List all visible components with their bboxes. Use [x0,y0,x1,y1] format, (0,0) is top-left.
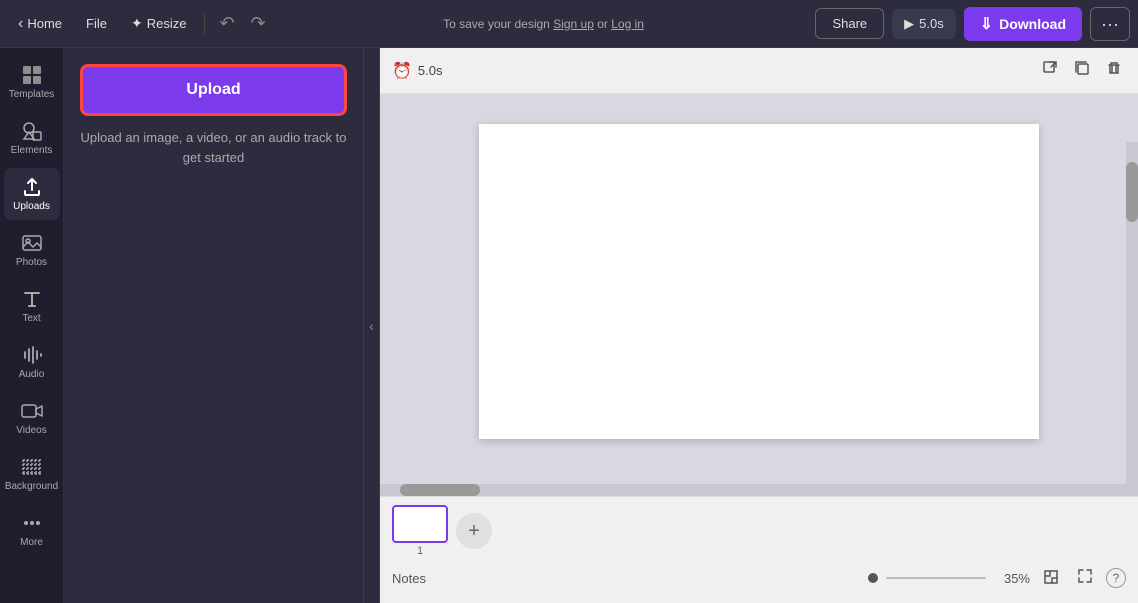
help-icon: ? [1113,571,1120,585]
text-label: Text [22,313,40,324]
background-icon [21,456,43,478]
resize-button[interactable]: ✦ Resize [121,9,196,38]
zoom-controls: 35% ? [434,565,1126,591]
sidebar-item-videos[interactable]: Videos [4,392,60,444]
pages-row: 1 + [392,505,1126,557]
divider-1 [204,12,205,36]
file-label: File [86,16,107,31]
canvas-bottom: 1 + Notes 35% [380,496,1138,603]
main-area: Templates Elements Uploads [0,48,1138,603]
panel-collapse-handle[interactable]: ‹ [364,48,380,603]
or-text: or [597,17,611,31]
zoom-percent: 35% [994,571,1030,586]
scrollbar-thumb-v [1126,162,1138,222]
canvas-toolbar-left: ⏰ 5.0s [392,61,443,81]
templates-icon [21,64,43,86]
preview-button[interactable]: ▶ 5.0s [892,9,956,39]
left-panel: Upload Upload an image, a video, or an a… [64,48,364,603]
upload-hint: Upload an image, a video, or an audio tr… [80,128,347,167]
scrollbar-vertical[interactable] [1126,142,1138,496]
audio-label: Audio [19,369,45,380]
add-page-button[interactable]: + [456,513,492,549]
expand-icon-button[interactable] [1038,56,1062,85]
zoom-slider[interactable] [886,577,986,579]
page-number-1: 1 [417,545,423,557]
photos-icon [21,232,43,254]
sidebar-item-photos[interactable]: Photos [4,224,60,276]
uploads-icon [21,176,43,198]
more-icon: ··· [1101,14,1119,34]
header-right: Share ▶ 5.0s ⇓ Download ··· [815,7,1130,41]
page-1-container: 1 [392,505,448,557]
clock-icon: ⏰ [392,61,412,81]
canvas-scroll-area[interactable] [380,94,1138,496]
undo-button[interactable]: ↶ [213,9,240,38]
notes-label: Notes [392,571,426,586]
zoom-expand-button[interactable] [1072,565,1098,591]
more-dots-icon [21,512,43,534]
background-label: Background [5,481,58,492]
uploads-label: Uploads [13,201,50,212]
sidebar-item-uploads[interactable]: Uploads [4,168,60,220]
signup-link[interactable]: Sign up [553,17,594,31]
scrollbar-horizontal[interactable] [380,484,1126,496]
home-button[interactable]: ‹ Home [8,9,72,39]
canvas-duration: 5.0s [418,63,443,78]
videos-icon [21,400,43,422]
chevron-left-icon: ‹ [18,15,23,33]
save-text: To save your design [443,17,553,31]
page-thumb-1[interactable] [392,505,448,543]
sidebar-item-audio[interactable]: Audio [4,336,60,388]
sidebar-icons: Templates Elements Uploads [0,48,64,603]
zoom-dot [868,573,878,583]
download-icon: ⇓ [980,14,993,34]
delete-icon-button[interactable] [1102,56,1126,85]
elements-label: Elements [11,145,53,156]
canvas-area: ⏰ 5.0s [380,48,1138,603]
sidebar-item-text[interactable]: Text [4,280,60,332]
scrollbar-thumb-h [400,484,480,496]
collapse-icon: ‹ [369,318,374,334]
copy-icon-button[interactable] [1070,56,1094,85]
play-icon: ▶ [904,16,914,32]
save-prompt: To save your design Sign up or Log in [443,17,644,31]
resize-icon: ✦ [131,15,143,32]
text-icon [21,288,43,310]
download-button[interactable]: ⇓ Download [964,7,1082,41]
file-button[interactable]: File [76,10,117,37]
sidebar-item-templates[interactable]: Templates [4,56,60,108]
more-label: More [20,537,43,548]
plus-icon: + [468,520,480,543]
elements-icon [21,120,43,142]
more-options-button[interactable]: ··· [1090,7,1130,41]
header: ‹ Home File ✦ Resize ↶ ↷ To save your de… [0,0,1138,48]
sidebar-item-more[interactable]: More [4,504,60,556]
share-button[interactable]: Share [815,8,884,39]
help-button[interactable]: ? [1106,568,1126,588]
preview-duration: 5.0s [919,16,944,31]
sidebar-item-background[interactable]: Background [4,448,60,500]
download-label: Download [999,16,1066,32]
canvas-toolbar-right [1038,56,1126,85]
resize-label: Resize [147,16,187,31]
upload-button[interactable]: Upload [80,64,347,116]
canvas-page [479,124,1039,439]
sidebar-item-elements[interactable]: Elements [4,112,60,164]
redo-button[interactable]: ↷ [245,9,272,38]
templates-label: Templates [9,89,55,100]
canvas-toolbar: ⏰ 5.0s [380,48,1138,94]
upload-label: Upload [186,81,240,98]
videos-label: Videos [16,425,46,436]
zoom-fit-button[interactable] [1038,566,1064,591]
notes-row: Notes 35% [392,561,1126,595]
photos-label: Photos [16,257,47,268]
login-link[interactable]: Log in [611,17,644,31]
share-label: Share [832,16,867,31]
audio-icon [21,344,43,366]
home-label: Home [27,16,62,31]
